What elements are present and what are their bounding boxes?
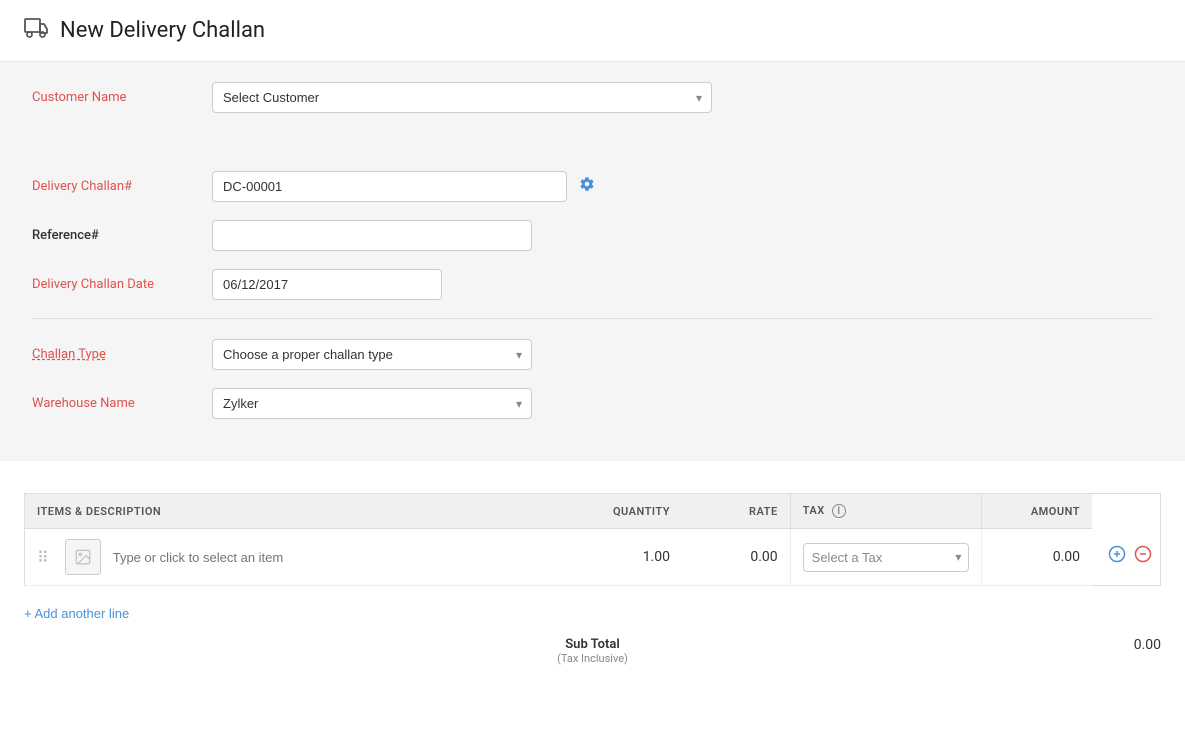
customer-select[interactable]: Select Customer xyxy=(212,82,712,113)
rate-value: 0.00 xyxy=(750,549,777,565)
drag-handle[interactable]: ⠿ xyxy=(37,548,49,567)
col-header-amount: AMOUNT xyxy=(982,494,1092,529)
reference-input[interactable] xyxy=(212,220,532,251)
col-header-tax: TAX i xyxy=(790,494,982,529)
customer-row: Customer Name Select Customer xyxy=(32,82,1153,113)
delivery-truck-icon xyxy=(24,16,48,45)
amount-value: 0.00 xyxy=(1053,549,1080,565)
row-actions xyxy=(1098,543,1154,570)
amount-cell: 0.00 xyxy=(982,529,1092,586)
table-header-row: ITEMS & DESCRIPTION QUANTITY RATE TAX i … xyxy=(25,494,1161,529)
customer-label: Customer Name xyxy=(32,90,212,105)
table-row: ⠿ 1.00 xyxy=(25,529,1161,586)
add-line-button[interactable]: + Add another line xyxy=(24,598,129,629)
subtotal-tax-note: (Tax Inclusive) xyxy=(557,652,628,665)
tax-select-wrapper: Select a Tax xyxy=(803,543,970,572)
bottom-area: + Add another line Sub Total (Tax Inclus… xyxy=(0,594,1185,689)
tax-select[interactable]: Select a Tax xyxy=(803,543,970,572)
col-header-qty: QUANTITY xyxy=(551,494,682,529)
table-section: ITEMS & DESCRIPTION QUANTITY RATE TAX i … xyxy=(0,461,1185,594)
challan-num-input[interactable] xyxy=(212,171,567,202)
qty-value: 1.00 xyxy=(643,549,670,565)
col-header-rate: RATE xyxy=(682,494,790,529)
challan-type-select-wrapper: Choose a proper challan type xyxy=(212,339,532,370)
challan-type-row: Challan Type Choose a proper challan typ… xyxy=(32,339,1153,370)
item-cell: ⠿ xyxy=(25,529,551,586)
customer-section: Customer Name Select Customer xyxy=(0,62,1185,151)
reference-label: Reference# xyxy=(32,228,212,243)
subtotal-area: Sub Total (Tax Inclusive) 0.00 xyxy=(24,629,1161,665)
rate-cell: 0.00 xyxy=(682,529,790,586)
reference-row: Reference# xyxy=(32,220,1153,251)
items-table: ITEMS & DESCRIPTION QUANTITY RATE TAX i … xyxy=(24,493,1161,586)
warehouse-row: Warehouse Name Zylker xyxy=(32,388,1153,419)
challan-num-label: Delivery Challan# xyxy=(32,179,212,194)
tax-cell: Select a Tax xyxy=(790,529,982,586)
gear-button[interactable] xyxy=(575,172,599,201)
middle-section: Delivery Challan# Reference# Delivery Ch… xyxy=(0,151,1185,461)
item-placeholder-container: ⠿ xyxy=(37,539,539,575)
subtotal-value: 0.00 xyxy=(628,637,1161,653)
warehouse-label: Warehouse Name xyxy=(32,396,212,411)
subtotal-label: Sub Total xyxy=(557,637,628,652)
page-title: New Delivery Challan xyxy=(60,18,265,43)
warehouse-select[interactable]: Zylker xyxy=(212,388,532,419)
date-input[interactable] xyxy=(212,269,442,300)
col-header-item: ITEMS & DESCRIPTION xyxy=(25,494,551,529)
subtotal-center: Sub Total (Tax Inclusive) xyxy=(557,637,628,665)
challan-num-row: Delivery Challan# xyxy=(32,171,1153,202)
qty-cell: 1.00 xyxy=(551,529,682,586)
item-thumbnail xyxy=(65,539,101,575)
warehouse-select-wrapper: Zylker xyxy=(212,388,532,419)
page-header: New Delivery Challan xyxy=(0,0,1185,62)
challan-type-label: Challan Type xyxy=(32,347,212,362)
challan-type-select[interactable]: Choose a proper challan type xyxy=(212,339,532,370)
row-action-cell xyxy=(1092,529,1161,586)
customer-select-wrapper: Select Customer xyxy=(212,82,712,113)
remove-row-button[interactable] xyxy=(1132,543,1154,570)
item-search-input[interactable] xyxy=(113,550,539,565)
date-row: Delivery Challan Date xyxy=(32,269,1153,300)
date-label: Delivery Challan Date xyxy=(32,277,212,292)
tax-info-icon[interactable]: i xyxy=(832,504,846,518)
add-row-button[interactable] xyxy=(1106,543,1128,570)
